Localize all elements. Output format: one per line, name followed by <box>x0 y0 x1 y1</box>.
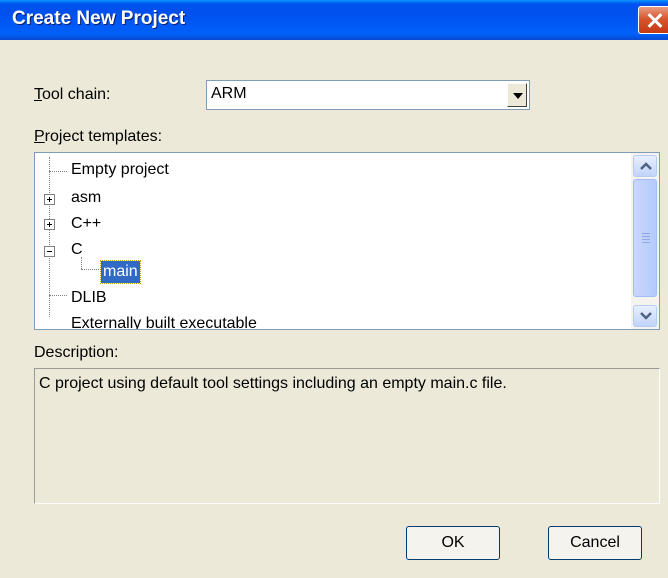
chevron-down-icon[interactable] <box>507 83 527 107</box>
tree-line <box>81 269 99 270</box>
tree-item-externally-built-executable[interactable]: Externally built executable <box>71 313 257 329</box>
expand-plus-icon[interactable] <box>44 194 55 205</box>
chevron-up-icon <box>640 162 652 170</box>
cancel-button[interactable]: Cancel <box>548 526 642 560</box>
tree-item-cpp[interactable]: C++ <box>71 213 101 235</box>
tree-item-dlib[interactable]: DLIB <box>71 287 107 309</box>
scroll-down-button[interactable] <box>633 305 657 327</box>
close-icon[interactable] <box>638 6 668 34</box>
templates-label: Project templates: <box>34 128 163 145</box>
toolchain-select[interactable]: ARM <box>206 80 530 110</box>
collapse-minus-icon[interactable] <box>44 246 55 257</box>
grip-line <box>642 239 650 240</box>
scroll-thumb[interactable] <box>633 179 657 297</box>
grip-line <box>642 233 650 234</box>
tree-line <box>49 171 67 172</box>
tree-scrollbar[interactable] <box>631 153 659 329</box>
description-text: C project using default tool settings in… <box>39 375 507 392</box>
toolchain-label: Tool chain: <box>34 86 111 103</box>
grip-line <box>642 242 650 243</box>
description-box: C project using default tool settings in… <box>34 368 660 504</box>
title-bar[interactable]: Create New Project <box>0 0 668 40</box>
ok-button[interactable]: OK <box>406 526 500 560</box>
scroll-up-button[interactable] <box>633 155 657 177</box>
tree-line <box>49 295 67 296</box>
tree-item-empty-project[interactable]: Empty project <box>71 159 169 181</box>
toolchain-value: ARM <box>211 85 247 102</box>
create-new-project-dialog: Create New Project Tool chain: ARM Proje… <box>0 0 668 578</box>
dialog-title: Create New Project <box>12 8 186 29</box>
description-label: Description: <box>34 344 119 361</box>
tree-item-c[interactable]: C <box>71 239 83 261</box>
grip-line <box>642 236 650 237</box>
chevron-down-icon <box>640 312 652 320</box>
tree-line <box>49 157 50 317</box>
tree-item-asm[interactable]: asm <box>71 187 101 209</box>
tree-item-main[interactable]: main <box>100 260 141 284</box>
expand-plus-icon[interactable] <box>44 219 55 230</box>
project-templates-tree[interactable]: Empty project asm C++ C main DLIB Extern… <box>34 152 660 330</box>
